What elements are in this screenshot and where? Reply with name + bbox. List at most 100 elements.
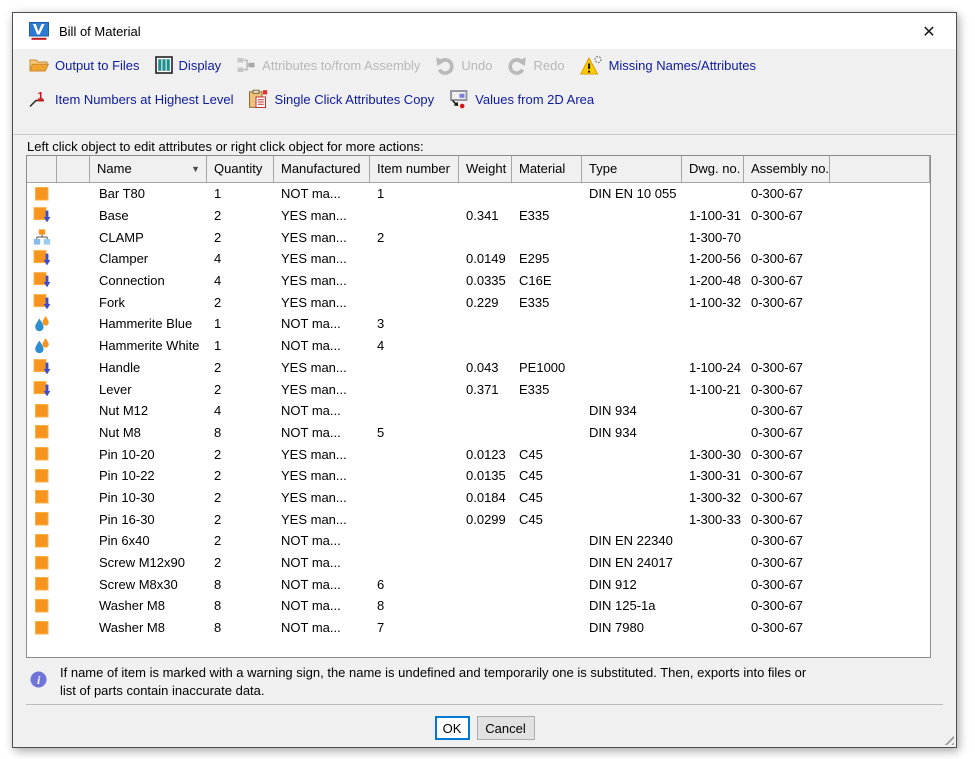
table-row[interactable]: Connection4YES man...0.0335C16E1-200-480… [27,270,930,292]
table-row[interactable]: Pin 10-202YES man...0.0123C451-300-300-3… [27,443,930,465]
cell-qty: 1 [207,338,274,353]
part-icon [27,185,57,203]
toolbar-button-display[interactable]: Display [155,56,222,74]
cell-man: YES man... [274,512,370,527]
cell-mat: C45 [512,490,582,505]
undo-icon [435,56,455,75]
cell-qty: 1 [207,316,274,331]
redo-icon [507,56,527,75]
cell-asm: 0-300-67 [744,273,830,288]
cell-asm: 0-300-67 [744,468,830,483]
cell-item: 4 [370,338,459,353]
cell-asm: 0-300-67 [744,186,830,201]
table-row[interactable]: Handle2YES man...0.043PE10001-100-240-30… [27,357,930,379]
cell-man: NOT ma... [274,598,370,613]
cell-dwg: 1-300-32 [682,490,744,505]
column-header-empty[interactable] [830,156,930,182]
column-header-empty[interactable] [27,156,57,182]
cell-mat: PE1000 [512,360,582,375]
cell-mat: E335 [512,382,582,397]
table-row[interactable]: Pin 16-302YES man...0.0299C451-300-330-3… [27,508,930,530]
column-header-empty[interactable] [57,156,90,182]
column-header-dwg-no[interactable]: Dwg. no. [682,156,744,182]
column-header-material[interactable]: Material [512,156,582,182]
column-header-name[interactable]: Name▼ [90,156,207,182]
cell-type: DIN EN 24017 [582,555,682,570]
table-row[interactable]: Pin 10-302YES man...0.0184C451-300-320-3… [27,487,930,509]
cell-asm: 0-300-67 [744,425,830,440]
part-icon [27,554,57,572]
cell-type: DIN 125-1a [582,598,682,613]
table-row[interactable]: Bar T801NOT ma...1DIN EN 10 0550-300-67 [27,183,930,205]
table-row[interactable]: Washer M88NOT ma...8DIN 125-1a0-300-67 [27,595,930,617]
part-arrow-icon [27,293,57,312]
part-arrow-icon [27,206,57,225]
table-row[interactable]: Screw M12x902NOT ma...DIN EN 240170-300-… [27,552,930,574]
part-arrow-icon [27,249,57,268]
cell-qty: 2 [207,295,274,310]
table-row[interactable]: Nut M124NOT ma...DIN 9340-300-67 [27,400,930,422]
cell-man: YES man... [274,447,370,462]
column-header-type[interactable]: Type [582,156,682,182]
toolbar-button-values-from-2d-area[interactable]: Values from 2D Area [449,89,594,109]
column-header-quantity[interactable]: Quantity [207,156,274,182]
cell-qty: 2 [207,468,274,483]
column-header-assembly-no[interactable]: Assembly no. [744,156,830,182]
info-note-text: If name of item is marked with a warning… [60,664,818,699]
cancel-button[interactable]: Cancel [477,716,535,740]
cell-name: Fork [90,295,207,310]
bill-of-material-dialog: Bill of Material ✕ Output to FilesDispla… [12,12,957,748]
assembly-icon [27,228,57,246]
cell-mat: E335 [512,295,582,310]
cell-name: Lever [90,382,207,397]
cell-wt: 0.229 [459,295,512,310]
cell-man: YES man... [274,208,370,223]
toolbar-label-display: Display [179,58,222,73]
table-row[interactable]: Pin 6x402NOT ma...DIN EN 223400-300-67 [27,530,930,552]
cell-qty: 8 [207,620,274,635]
toolbar-label-item-numbers-highest-level: Item Numbers at Highest Level [55,92,233,107]
cell-wt: 0.0123 [459,447,512,462]
ok-button[interactable]: OK [435,716,470,740]
cell-qty: 8 [207,598,274,613]
table-row[interactable]: Screw M8x308NOT ma...6DIN 9120-300-67 [27,573,930,595]
cell-man: YES man... [274,490,370,505]
cell-name: Pin 10-22 [90,468,207,483]
table-row[interactable]: Pin 10-222YES man...0.0135C451-300-310-3… [27,465,930,487]
cell-name: Clamper [90,251,207,266]
close-icon[interactable]: ✕ [912,20,946,44]
table-row[interactable]: Nut M88NOT ma...5DIN 9340-300-67 [27,422,930,444]
cell-name: CLAMP [90,230,207,245]
toolbar-button-missing-names-attributes[interactable]: Missing Names/Attributes [580,55,756,76]
toolbar-button-single-click-attributes-copy[interactable]: Single Click Attributes Copy [248,89,434,109]
table-row[interactable]: Fork2YES man...0.229E3351-100-320-300-67 [27,291,930,313]
table-row[interactable]: Base2YES man...0.341E3351-100-310-300-67 [27,205,930,227]
cell-item: 7 [370,620,459,635]
table-row[interactable]: Lever2YES man...0.371E3351-100-210-300-6… [27,378,930,400]
cell-type: DIN 7980 [582,620,682,635]
cell-asm: 0-300-67 [744,490,830,505]
toolbar-button-output-to-files[interactable]: Output to Files [29,56,140,74]
part-arrow-icon [27,271,57,290]
toolbar-button-item-numbers-highest-level[interactable]: 1Item Numbers at Highest Level [29,89,233,109]
column-header-item-number[interactable]: Item number [370,156,459,182]
part-icon [27,423,57,441]
cell-man: NOT ma... [274,403,370,418]
table-row[interactable]: Hammerite White1NOT ma...4 [27,335,930,357]
table-row[interactable]: Hammerite Blue1NOT ma...3 [27,313,930,335]
table-row[interactable]: Washer M88NOT ma...7DIN 79800-300-67 [27,617,930,639]
cell-name: Nut M8 [90,425,207,440]
toolbar-label-missing-names-attributes: Missing Names/Attributes [609,58,756,73]
column-header-weight[interactable]: Weight [459,156,512,182]
table-body: Bar T801NOT ma...1DIN EN 10 0550-300-67B… [27,183,930,638]
cell-wt: 0.0299 [459,512,512,527]
table-row[interactable]: CLAMP2YES man...21-300-70 [27,226,930,248]
cell-asm: 0-300-67 [744,295,830,310]
cell-type: DIN 912 [582,577,682,592]
cell-man: NOT ma... [274,338,370,353]
toolbar-button-undo: Undo [435,56,492,75]
cell-dwg: 1-100-21 [682,382,744,397]
table-row[interactable]: Clamper4YES man...0.0149E2951-200-560-30… [27,248,930,270]
column-header-manufactured[interactable]: Manufactured [274,156,370,182]
cell-wt: 0.0184 [459,490,512,505]
